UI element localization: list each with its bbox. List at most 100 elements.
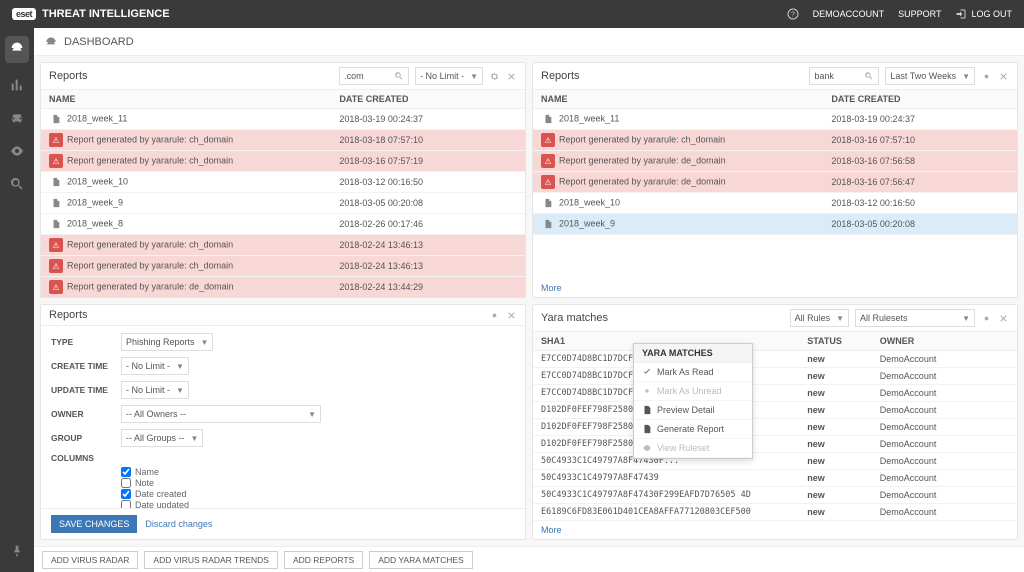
add-widget-button[interactable]: ADD VIRUS RADAR: [42, 551, 138, 569]
table-row[interactable]: 2018_week_82018-02-26 00:17:46: [41, 214, 525, 235]
type-select[interactable]: Phishing Reports▼: [121, 333, 213, 351]
create-time-select[interactable]: - No Limit -▼: [121, 357, 189, 375]
update-time-select[interactable]: - No Limit -▼: [121, 381, 189, 399]
table-row[interactable]: E6189C6FD83E061D401CEA8AFFA77120803CEF50…: [533, 504, 1017, 521]
gear-icon[interactable]: [981, 71, 992, 82]
table-row[interactable]: ⚠Report generated by yararule: de_domain…: [533, 172, 1017, 193]
help-icon[interactable]: ?: [787, 8, 799, 20]
table-row[interactable]: 2018_week_102018-03-12 00:16:50: [41, 172, 525, 193]
table-row[interactable]: ⚠Report generated by yararule: ch_domain…: [41, 235, 525, 256]
top-bar: eset THREAT INTELLIGENCE ? DEMOACCOUNT S…: [0, 0, 1024, 28]
file-icon: [541, 217, 555, 231]
table-row[interactable]: 50C4933C1C49797A8F47439newDemoAccount: [533, 470, 1017, 487]
close-icon[interactable]: [998, 313, 1009, 324]
add-widget-button[interactable]: ADD VIRUS RADAR TRENDS: [144, 551, 278, 569]
warning-icon: ⚠: [49, 154, 63, 168]
context-menu-item: Mark As Unread: [634, 382, 752, 401]
page-header: DASHBOARD: [34, 28, 1024, 56]
close-icon[interactable]: [506, 310, 517, 321]
more-link[interactable]: More: [533, 279, 1017, 297]
column-checkbox[interactable]: Note: [121, 478, 525, 488]
table-row[interactable]: 2018_week_92018-03-05 00:20:08: [533, 214, 1017, 235]
gear-icon[interactable]: [489, 310, 500, 321]
dashboard-icon: [44, 35, 58, 49]
rules-select[interactable]: All Rules▼: [790, 309, 849, 327]
context-menu-item[interactable]: Generate Report: [634, 420, 752, 439]
account-link[interactable]: DEMOACCOUNT: [813, 9, 885, 19]
sidebar-item-stats[interactable]: [9, 77, 25, 96]
owner-select[interactable]: -- All Owners --▼: [121, 405, 321, 423]
table-row[interactable]: ⚠Report generated by yararule: ch_domain…: [41, 151, 525, 172]
add-widget-button[interactable]: ADD YARA MATCHES: [369, 551, 473, 569]
sidebar-item-search[interactable]: [9, 176, 25, 195]
yara-table: SHA1 STATUS OWNER E7CC0D74D8BC1D7DCF5180…: [533, 332, 1017, 521]
col-date[interactable]: DATE CREATED: [331, 90, 525, 109]
reports-config-panel: Reports TYPEPhishing Reports▼ CREATE TIM…: [40, 304, 526, 540]
limit-select[interactable]: - No Limit -▼: [415, 67, 483, 85]
sidebar-pin-icon[interactable]: [9, 543, 25, 562]
close-icon[interactable]: [506, 71, 517, 82]
table-row[interactable]: ⚠Report generated by yararule: ch_domain…: [533, 130, 1017, 151]
context-menu-item[interactable]: Mark As Read: [634, 363, 752, 382]
sidebar-item-visibility[interactable]: [9, 143, 25, 162]
table-row[interactable]: E7CC0D74D8BC1D7DCF5180GnewDemoAccount: [533, 385, 1017, 402]
table-row[interactable]: ⚠Report generated by yararule: de_domain…: [533, 151, 1017, 172]
search-icon: [864, 71, 874, 81]
table-row[interactable]: E7CC0D74D8BC1D7DCF5180F9427DF1258323C85n…: [533, 351, 1017, 368]
svg-text:?: ?: [791, 12, 795, 19]
col-name[interactable]: NAME: [533, 90, 823, 109]
sidebar-item-dashboard[interactable]: [5, 36, 29, 63]
col-name[interactable]: NAME: [41, 90, 331, 109]
col-owner[interactable]: OWNER: [872, 332, 1017, 351]
table-row[interactable]: 2018_week_102018-03-12 00:16:50: [533, 193, 1017, 214]
table-row[interactable]: 2018_week_92018-03-05 00:20:08: [41, 193, 525, 214]
warning-icon: ⚠: [49, 280, 63, 294]
discard-link[interactable]: Discard changes: [145, 519, 212, 529]
more-link[interactable]: More: [533, 521, 1017, 539]
table-row[interactable]: ⚠Report generated by yararule: ch_domain…: [41, 256, 525, 277]
gear-icon[interactable]: [489, 71, 500, 82]
table-row[interactable]: E7CC0D74D8BC1D7DCF51803newDemoAccount: [533, 368, 1017, 385]
column-checkbox[interactable]: Date created: [121, 489, 525, 499]
support-link[interactable]: SUPPORT: [898, 9, 941, 19]
add-widget-button[interactable]: ADD REPORTS: [284, 551, 363, 569]
table-row[interactable]: D102DF0FEF798F258028379newDemoAccount: [533, 402, 1017, 419]
col-date[interactable]: DATE CREATED: [823, 90, 1017, 109]
logout-link[interactable]: LOG OUT: [955, 8, 1012, 20]
table-row[interactable]: 2018_week_112018-03-19 00:24:37: [41, 109, 525, 130]
close-icon[interactable]: [998, 71, 1009, 82]
column-checkbox[interactable]: Name: [121, 467, 525, 477]
table-row[interactable]: 50C4933C1C49797A8F47430F299EAFD7D76505 4…: [533, 487, 1017, 504]
save-button[interactable]: SAVE CHANGES: [51, 515, 137, 533]
sidebar-item-auto[interactable]: [9, 110, 25, 129]
limit-select[interactable]: Last Two Weeks▼: [885, 67, 975, 85]
search-input[interactable]: .com: [339, 67, 409, 85]
col-status[interactable]: STATUS: [799, 332, 872, 351]
table-row[interactable]: D102DF0FEF798F258028379newDemoAccount: [533, 436, 1017, 453]
group-select[interactable]: -- All Groups --▼: [121, 429, 203, 447]
warning-icon: ⚠: [49, 133, 63, 147]
warning-icon: ⚠: [541, 133, 555, 147]
table-row[interactable]: 50C4933C1C49797A8F47430F...newDemoAccoun…: [533, 453, 1017, 470]
brand: eset THREAT INTELLIGENCE: [12, 8, 170, 20]
context-menu-title: YARA MATCHES: [634, 344, 752, 363]
yara-matches-panel: Yara matches All Rules▼ All Rulesets▼ SH…: [532, 304, 1018, 540]
context-menu-item: View Ruleset: [634, 439, 752, 458]
table-row[interactable]: D102DF0FEF798F258028379newDemoAccount: [533, 419, 1017, 436]
brand-title: THREAT INTELLIGENCE: [42, 8, 170, 20]
table-row[interactable]: ⚠Report generated by yararule: ch_domain…: [41, 130, 525, 151]
panel-title: Reports: [49, 70, 88, 82]
gear-icon[interactable]: [981, 313, 992, 324]
file-icon: [49, 217, 63, 231]
reports-panel-2: Reports bank Last Two Weeks▼ NAME DATE C…: [532, 62, 1018, 298]
rulesets-select[interactable]: All Rulesets▼: [855, 309, 975, 327]
file-icon: [49, 196, 63, 210]
table-row[interactable]: ⚠Report generated by yararule: de_domain…: [41, 277, 525, 298]
context-menu-item[interactable]: Preview Detail: [634, 401, 752, 420]
search-input[interactable]: bank: [809, 67, 879, 85]
file-icon: [541, 196, 555, 210]
table-row[interactable]: 2018_week_112018-03-19 00:24:37: [533, 109, 1017, 130]
warning-icon: ⚠: [541, 175, 555, 189]
context-menu[interactable]: YARA MATCHES Mark As ReadMark As UnreadP…: [633, 343, 753, 459]
column-checkbox[interactable]: Date updated: [121, 500, 525, 508]
